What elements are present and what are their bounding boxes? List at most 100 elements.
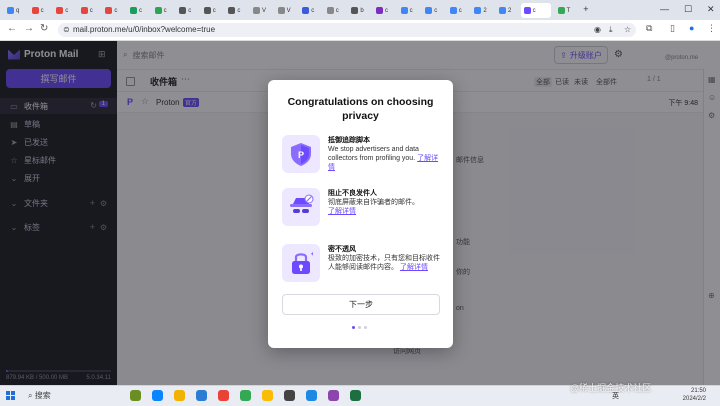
browser-tab[interactable]: c bbox=[422, 3, 444, 18]
tab-title: c bbox=[237, 7, 241, 14]
browser-tab-active[interactable]: c bbox=[520, 3, 551, 18]
browser-tab[interactable]: c bbox=[201, 3, 223, 18]
taskbar-app-icon[interactable] bbox=[306, 390, 317, 401]
browser-tab[interactable]: V bbox=[275, 3, 297, 18]
new-tab-icon[interactable]: + bbox=[583, 4, 588, 14]
tab-favicon bbox=[474, 7, 482, 14]
tab-title: c bbox=[139, 7, 142, 14]
browser-tab[interactable]: c bbox=[127, 3, 149, 18]
browser-tab[interactable]: c bbox=[398, 3, 420, 18]
browser-tab[interactable]: c bbox=[225, 3, 247, 18]
browser-tab[interactable]: c bbox=[152, 3, 174, 18]
svg-text:✦: ✦ bbox=[310, 251, 313, 258]
taskbar-app-icon[interactable] bbox=[262, 390, 273, 401]
browser-tab[interactable]: c bbox=[324, 3, 346, 18]
back-icon[interactable]: ← bbox=[7, 23, 17, 34]
browser-tab[interactable]: c bbox=[29, 3, 51, 18]
extensions-icon[interactable]: ⧉ bbox=[646, 23, 652, 34]
feature-description-text: 彻底屏蔽来自诈骗者的邮件。 bbox=[328, 199, 419, 206]
address-bar[interactable]: ⊜ mail.proton.me/u/0/inbox?welcome=true … bbox=[58, 23, 636, 37]
tab-title: 2 bbox=[483, 7, 487, 14]
tab-favicon bbox=[302, 7, 310, 14]
tab-title: T bbox=[566, 7, 571, 14]
tab-favicon bbox=[277, 7, 285, 14]
taskbar-app-icon[interactable] bbox=[196, 390, 207, 401]
next-button[interactable]: 下一步 bbox=[282, 294, 440, 315]
watermark: @稀土掘金技术社区 bbox=[570, 383, 652, 393]
taskbar-app-icon[interactable] bbox=[174, 390, 185, 401]
reload-icon[interactable]: ↻ bbox=[40, 23, 48, 34]
tab-favicon bbox=[253, 7, 260, 14]
tab-title: c bbox=[311, 7, 315, 14]
tab-title: c bbox=[409, 7, 413, 14]
save-icon[interactable]: ⤓ bbox=[609, 25, 613, 35]
learn-more-link[interactable]: 了解详情 bbox=[400, 264, 428, 271]
tab-favicon bbox=[557, 7, 565, 14]
menu-icon[interactable]: ⋮ bbox=[707, 23, 716, 34]
feature-description: 极致的加密技术，只有您和目标收件人能够阅读邮件内容。 了解详情 bbox=[328, 254, 440, 272]
shield-p-icon: P bbox=[282, 135, 320, 173]
system-clock[interactable]: 21:50 2024/2/2 bbox=[666, 387, 706, 403]
taskbar-app-icon[interactable] bbox=[328, 390, 339, 401]
tab-title: c bbox=[385, 7, 388, 14]
browser-tab[interactable]: c bbox=[78, 3, 100, 18]
tab-favicon bbox=[31, 7, 39, 14]
tab-title: c bbox=[40, 7, 44, 14]
browser-tab[interactable]: c bbox=[176, 3, 198, 18]
site-info-icon[interactable]: ⊜ bbox=[63, 25, 70, 34]
eye-icon[interactable]: ◉ bbox=[594, 25, 601, 34]
feature-tracker-protection: P 抵御追踪脚本 We stop advertisers and data co… bbox=[282, 135, 442, 177]
feature-title: 阻止不良发件人 bbox=[328, 190, 377, 197]
minimize-icon[interactable]: — bbox=[660, 4, 669, 14]
tab-title: c bbox=[212, 7, 216, 14]
tab-title: c bbox=[65, 7, 69, 14]
taskbar-app-icon[interactable] bbox=[218, 390, 229, 401]
taskbar-app-icon[interactable] bbox=[350, 390, 361, 401]
browser-tab[interactable]: V bbox=[250, 3, 272, 18]
taskbar-search[interactable]: ⌕ 搜索 bbox=[28, 390, 51, 401]
sidepanel-icon[interactable]: ▯ bbox=[670, 23, 675, 34]
tab-title: c bbox=[335, 7, 339, 14]
spy-block-icon bbox=[282, 188, 320, 226]
browser-tab[interactable]: c bbox=[299, 3, 321, 18]
tab-favicon bbox=[326, 7, 334, 14]
browser-tab[interactable]: c bbox=[373, 3, 395, 18]
taskbar-app-icon[interactable] bbox=[152, 390, 163, 401]
feature-title: 密不透风 bbox=[328, 246, 356, 253]
browser-tab[interactable]: T bbox=[555, 3, 577, 18]
browser-tab[interactable]: q bbox=[4, 3, 26, 18]
tab-strip: q c c c c c c c c c V Vc c b c c c c 2 2 c T + bbox=[0, 0, 720, 20]
maximize-icon[interactable]: ☐ bbox=[684, 4, 692, 15]
browser-tab[interactable]: b bbox=[348, 3, 370, 18]
taskbar-app-icon[interactable] bbox=[284, 390, 295, 401]
clock-time: 21:50 bbox=[690, 388, 706, 394]
browser-tab[interactable]: 2 bbox=[496, 3, 518, 18]
feature-encryption: ✦ 密不透风 极致的加密技术，只有您和目标收件人能够阅读邮件内容。 了解详情 bbox=[282, 244, 442, 286]
close-window-icon[interactable]: ✕ bbox=[707, 4, 715, 15]
tab-title: V bbox=[286, 7, 291, 14]
taskbar-app-icon[interactable] bbox=[130, 390, 141, 401]
feature-description-text: We stop advertisers and data collectors … bbox=[328, 146, 419, 162]
forward-icon[interactable]: → bbox=[24, 23, 34, 34]
bookmark-star-icon[interactable]: ☆ bbox=[624, 25, 631, 34]
browser-tab[interactable]: c bbox=[447, 3, 469, 18]
step-dot bbox=[364, 326, 367, 329]
taskbar-app-icon[interactable] bbox=[240, 390, 251, 401]
tab-title: c bbox=[89, 7, 93, 14]
learn-more-link[interactable]: 了解详情 bbox=[328, 208, 356, 215]
browser-tab[interactable]: 2 bbox=[471, 3, 493, 18]
step-dot bbox=[352, 326, 355, 329]
step-dot bbox=[358, 326, 361, 329]
windows-start-icon[interactable] bbox=[6, 391, 16, 401]
lock-icon: ✦ bbox=[282, 244, 320, 282]
tab-title: c bbox=[434, 7, 438, 14]
tab-favicon bbox=[80, 7, 88, 14]
welcome-modal: Congratulations on choosing privacy P 抵御… bbox=[268, 80, 453, 348]
tab-title: c bbox=[532, 7, 536, 14]
tab-favicon bbox=[154, 7, 162, 14]
tab-title: 2 bbox=[508, 7, 512, 14]
profile-icon[interactable]: ● bbox=[689, 23, 694, 33]
tab-title: c bbox=[114, 7, 118, 14]
browser-tab[interactable]: c bbox=[53, 3, 75, 18]
browser-tab[interactable]: c bbox=[102, 3, 124, 18]
